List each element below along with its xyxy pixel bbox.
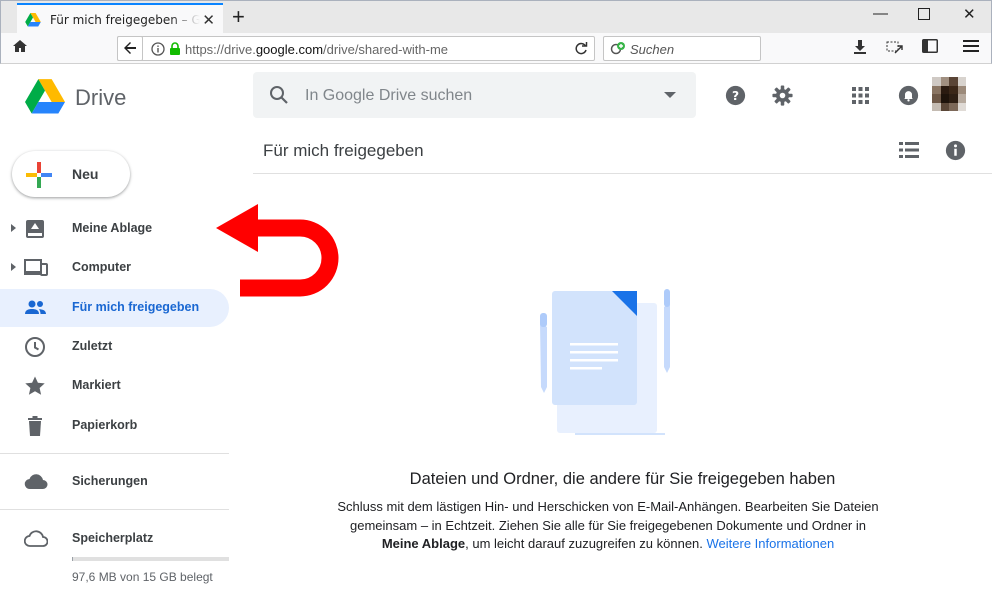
back-button[interactable] bbox=[117, 36, 143, 61]
sidebar-item-label: Markiert bbox=[72, 378, 121, 392]
url-bar[interactable]: https://drive.google.com/drive/shared-wi… bbox=[117, 36, 595, 61]
plus-icon bbox=[26, 162, 52, 188]
sidebar-item-computers[interactable]: Computer bbox=[0, 249, 229, 287]
storage-quota-fill bbox=[72, 557, 73, 561]
sidebar-item-label: Zuletzt bbox=[72, 339, 113, 353]
notifications-icon[interactable] bbox=[898, 85, 919, 106]
help-icon[interactable]: ? bbox=[725, 85, 746, 106]
recent-clock-icon bbox=[25, 337, 45, 357]
drive-logo-icon[interactable] bbox=[25, 79, 65, 115]
home-icon[interactable] bbox=[12, 38, 28, 58]
star-icon bbox=[25, 376, 45, 395]
sidebar-item-label: Für mich freigegeben bbox=[72, 300, 200, 314]
shared-icon bbox=[25, 300, 46, 314]
trash-icon bbox=[28, 416, 42, 436]
drive-brand-name[interactable]: Drive bbox=[75, 85, 126, 111]
my-drive-icon bbox=[26, 220, 44, 238]
empty-state-title: Dateien und Ordner, die andere für Sie f… bbox=[409, 470, 836, 488]
sidebar-toggle-icon[interactable] bbox=[922, 39, 938, 57]
search-icon[interactable] bbox=[269, 85, 289, 105]
storage-quota-bar bbox=[72, 557, 229, 561]
sidebar-item-starred[interactable]: Markiert bbox=[0, 367, 229, 405]
drive-search-bar[interactable]: In Google Drive suchen bbox=[253, 72, 696, 118]
empty-state-text: Schluss mit dem lästigen Hin- und Hersch… bbox=[337, 499, 879, 551]
browser-search-placeholder: Suchen bbox=[630, 42, 675, 57]
browser-nav-bar: https://drive.google.com/drive/shared-wi… bbox=[0, 33, 992, 64]
account-avatar[interactable] bbox=[932, 77, 966, 111]
computers-icon bbox=[24, 259, 48, 276]
sidebar-divider bbox=[0, 453, 229, 454]
expand-arrow-icon[interactable] bbox=[11, 224, 16, 232]
maximize-icon[interactable] bbox=[918, 7, 930, 24]
expand-arrow-icon[interactable] bbox=[11, 263, 16, 271]
search-options-icon[interactable] bbox=[664, 92, 676, 98]
window-close-icon[interactable]: ✕ bbox=[963, 5, 976, 23]
new-button-label: Neu bbox=[72, 166, 99, 182]
browser-search-box[interactable]: Suchen bbox=[603, 36, 761, 61]
list-view-icon[interactable] bbox=[899, 141, 919, 159]
url-text: https://drive.google.com/drive/shared-wi… bbox=[185, 42, 449, 57]
storage-label: Speicherplatz bbox=[72, 531, 154, 545]
search-engine-icon bbox=[610, 42, 625, 55]
info-icon[interactable] bbox=[151, 42, 165, 56]
sidebar-divider bbox=[0, 509, 229, 510]
storage-cloud-icon bbox=[24, 530, 48, 547]
sidebar-item-trash[interactable]: Papierkorb bbox=[0, 407, 229, 445]
reload-icon[interactable] bbox=[574, 42, 588, 56]
sidebar-item-label: Sicherungen bbox=[72, 474, 148, 488]
tab-close-icon[interactable]: ✕ bbox=[202, 11, 215, 29]
svg-text:?: ? bbox=[732, 89, 739, 103]
sidebar-item-label: Meine Ablage bbox=[72, 221, 153, 235]
details-info-icon[interactable] bbox=[945, 140, 966, 161]
lock-icon bbox=[170, 42, 180, 55]
minimize-icon[interactable]: — bbox=[873, 5, 888, 22]
settings-gear-icon[interactable] bbox=[772, 85, 793, 106]
sidebar-item-label: Computer bbox=[72, 260, 132, 274]
screenshot-icon[interactable] bbox=[886, 39, 904, 59]
sidebar-item-recent[interactable]: Zuletzt bbox=[0, 328, 229, 366]
new-tab-icon[interactable]: + bbox=[232, 4, 245, 30]
downloads-icon[interactable] bbox=[852, 39, 868, 59]
storage-quota-text: 97,6 MB von 15 GB belegt bbox=[72, 570, 213, 584]
shared-files-illustration bbox=[540, 289, 670, 435]
apps-grid-icon[interactable] bbox=[852, 87, 869, 104]
learn-more-link[interactable]: Weitere Informationen bbox=[707, 536, 835, 551]
menu-icon[interactable] bbox=[963, 39, 979, 57]
page-title: Für mich freigegeben bbox=[263, 141, 424, 160]
drive-search-placeholder: In Google Drive suchen bbox=[305, 87, 473, 104]
sidebar-item-my-drive[interactable]: Meine Ablage bbox=[0, 210, 229, 248]
browser-tab-bar: Für mich freigegeben – Google Drive ✕ + … bbox=[0, 0, 992, 34]
sidebar-item-storage[interactable]: Speicherplatz bbox=[0, 520, 229, 558]
my-drive-emphasis: Meine Ablage bbox=[381, 536, 466, 551]
browser-tab[interactable]: Für mich freigegeben – Google Drive ✕ bbox=[17, 3, 223, 34]
sidebar-item-shared-with-me[interactable]: Für mich freigegeben bbox=[0, 289, 229, 327]
new-button[interactable]: Neu bbox=[12, 151, 130, 197]
sidebar-item-label: Papierkorb bbox=[72, 418, 138, 432]
annotation-arrow-icon bbox=[216, 204, 339, 297]
header-divider bbox=[253, 173, 992, 174]
cloud-icon bbox=[24, 474, 48, 490]
drive-favicon-icon bbox=[25, 12, 41, 26]
sidebar-item-backups[interactable]: Sicherungen bbox=[0, 463, 229, 501]
tab-title: Für mich freigegeben – Google Drive bbox=[50, 12, 200, 27]
